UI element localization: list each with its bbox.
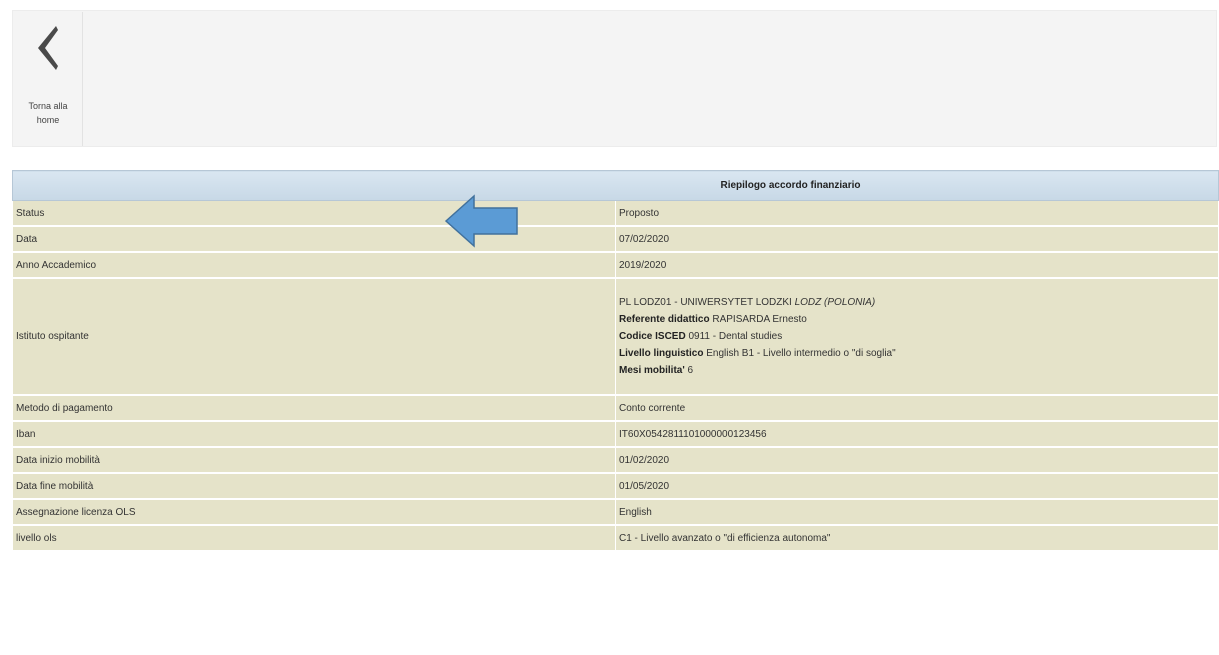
livello-line: Livello linguistico English B1 - Livello…	[619, 345, 1215, 362]
institute-city: LODZ (POLONIA)	[794, 297, 876, 308]
row-value-istituto-ospitante: PL LODZ01 - UNIWERSYTET LODZKI LODZ (POL…	[615, 277, 1219, 396]
table-row: Data 07/02/2020	[12, 225, 1219, 253]
row-value-iban: IT60X0542811101000000123456	[615, 420, 1219, 448]
financial-agreement-summary-table: Riepilogo accordo finanziario Status Pro…	[12, 170, 1219, 552]
row-value-licenza-ols: English	[615, 498, 1219, 526]
row-value-livello-ols: C1 - Livello avanzato o "di efficienza a…	[615, 524, 1219, 552]
toolbar: Torna alla home	[12, 10, 1217, 147]
mesi-value: 6	[687, 365, 694, 376]
table-row: Metodo di pagamento Conto corrente	[12, 394, 1219, 422]
row-value-data-fine: 01/05/2020	[615, 472, 1219, 500]
isced-line: Codice ISCED 0911 - Dental studies	[619, 328, 1215, 345]
row-value-metodo-pagamento: Conto corrente	[615, 394, 1219, 422]
back-to-home-button[interactable]: Torna alla home	[14, 12, 83, 146]
table-row: Data fine mobilità 01/05/2020	[12, 472, 1219, 500]
institute-line: PL LODZ01 - UNIWERSYTET LODZKI LODZ (POL…	[619, 294, 1215, 311]
table-row: Istituto ospitante PL LODZ01 - UNIWERSYT…	[12, 277, 1219, 396]
row-label-data-fine: Data fine mobilità	[12, 472, 616, 500]
livello-value: English B1 - Livello intermedio o "di so…	[706, 348, 896, 359]
chevron-left-icon	[38, 26, 58, 70]
back-button-label: Torna alla home	[28, 101, 68, 125]
row-label-status: Status	[12, 200, 616, 227]
table-row: Iban IT60X0542811101000000123456	[12, 420, 1219, 448]
referente-value: RAPISARDA Ernesto	[712, 314, 807, 325]
row-label-iban: Iban	[12, 420, 616, 448]
row-value-anno-accademico: 2019/2020	[615, 251, 1219, 279]
row-label-metodo-pagamento: Metodo di pagamento	[12, 394, 616, 422]
row-label-data-inizio: Data inizio mobilità	[12, 446, 616, 474]
table-row: Status Proposto	[12, 200, 1219, 227]
livello-label: Livello linguistico	[619, 348, 704, 359]
row-label-anno-accademico: Anno Accademico	[12, 251, 616, 279]
row-label-data: Data	[12, 225, 616, 253]
isced-label: Codice ISCED	[619, 331, 686, 342]
row-label-livello-ols: livello ols	[12, 524, 616, 552]
isced-value: 0911 - Dental studies	[688, 331, 783, 342]
referente-line: Referente didattico RAPISARDA Ernesto	[619, 311, 1215, 328]
mesi-line: Mesi mobilita' 6	[619, 362, 1215, 379]
table-row: Data inizio mobilità 01/02/2020	[12, 446, 1219, 474]
row-label-licenza-ols: Assegnazione licenza OLS	[12, 498, 616, 526]
institute-name: PL LODZ01 - UNIWERSYTET LODZKI	[619, 297, 792, 308]
table-row: Assegnazione licenza OLS English	[12, 498, 1219, 526]
table-row: livello ols C1 - Livello avanzato o "di …	[12, 524, 1219, 552]
row-value-data: 07/02/2020	[615, 225, 1219, 253]
row-value-data-inizio: 01/02/2020	[615, 446, 1219, 474]
table-row: Anno Accademico 2019/2020	[12, 251, 1219, 279]
row-label-istituto-ospitante: Istituto ospitante	[12, 277, 616, 396]
referente-label: Referente didattico	[619, 314, 710, 325]
left-arrow-icon	[444, 194, 518, 248]
row-value-status: Proposto	[615, 200, 1219, 227]
table-header: Riepilogo accordo finanziario	[12, 170, 1219, 201]
mesi-label: Mesi mobilita'	[619, 365, 685, 376]
